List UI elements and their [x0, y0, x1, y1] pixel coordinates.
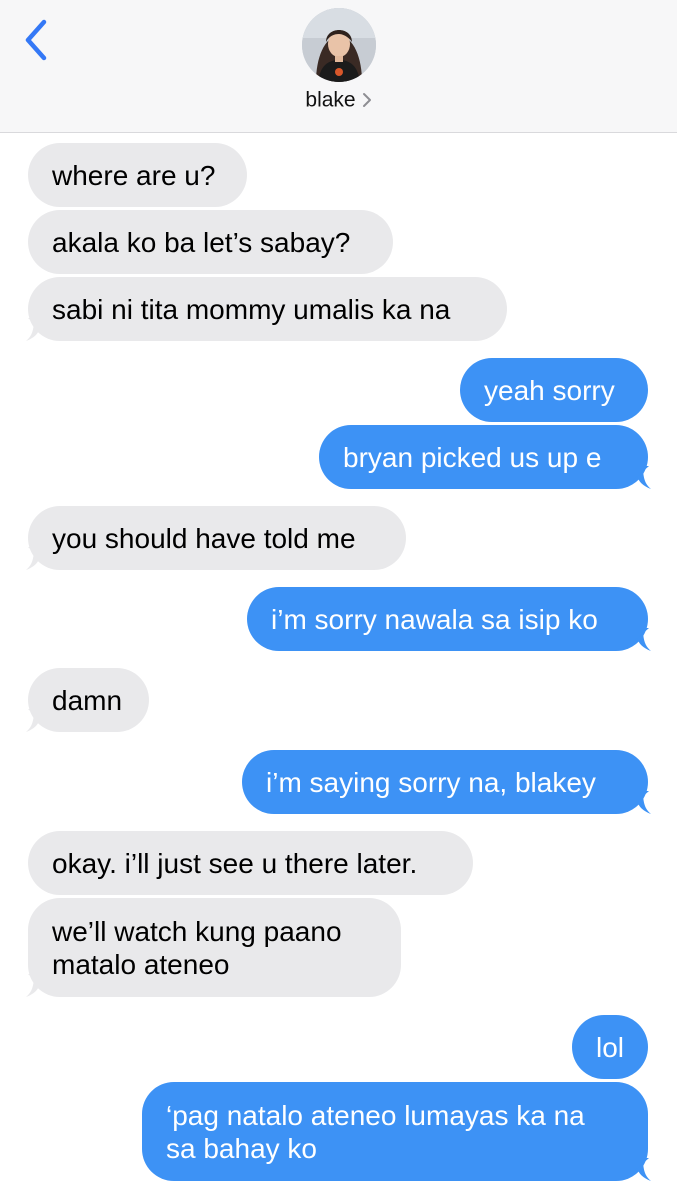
- sent-message-bubble[interactable]: i’m saying sorry na, blakey: [242, 750, 648, 814]
- sent-message-bubble[interactable]: ‘pag natalo ateneo lumayas ka na sa baha…: [142, 1082, 648, 1181]
- sent-bubble-tail: [633, 466, 651, 489]
- received-message-bubble[interactable]: okay. i’ll just see u there later.: [28, 831, 473, 895]
- sent-message-bubble[interactable]: bryan picked us up e: [319, 425, 648, 489]
- received-message-bubble[interactable]: sabi ni tita mommy umalis ka na: [28, 277, 507, 341]
- sent-bubble-tail: [633, 1158, 651, 1181]
- sent-bubble-tail: [633, 791, 651, 814]
- message-list: where are u? akala ko ba let’s sabay? sa…: [0, 0, 677, 1200]
- sent-message-bubble[interactable]: lol: [572, 1015, 648, 1079]
- sent-bubble-tail: [633, 628, 651, 651]
- received-message-bubble[interactable]: damn: [28, 668, 149, 732]
- received-bubble-tail: [26, 974, 44, 997]
- received-message-bubble[interactable]: where are u?: [28, 143, 247, 207]
- received-message-bubble[interactable]: you should have told me: [28, 506, 406, 570]
- sent-message-bubble[interactable]: yeah sorry: [460, 358, 648, 422]
- received-message-bubble[interactable]: we’ll watch kung paano matalo ateneo: [28, 898, 401, 997]
- received-bubble-tail: [26, 318, 44, 341]
- received-bubble-tail: [26, 709, 44, 732]
- received-bubble-tail: [26, 547, 44, 570]
- received-message-bubble[interactable]: akala ko ba let’s sabay?: [28, 210, 393, 274]
- sent-message-bubble[interactable]: i’m sorry nawala sa isip ko: [247, 587, 648, 651]
